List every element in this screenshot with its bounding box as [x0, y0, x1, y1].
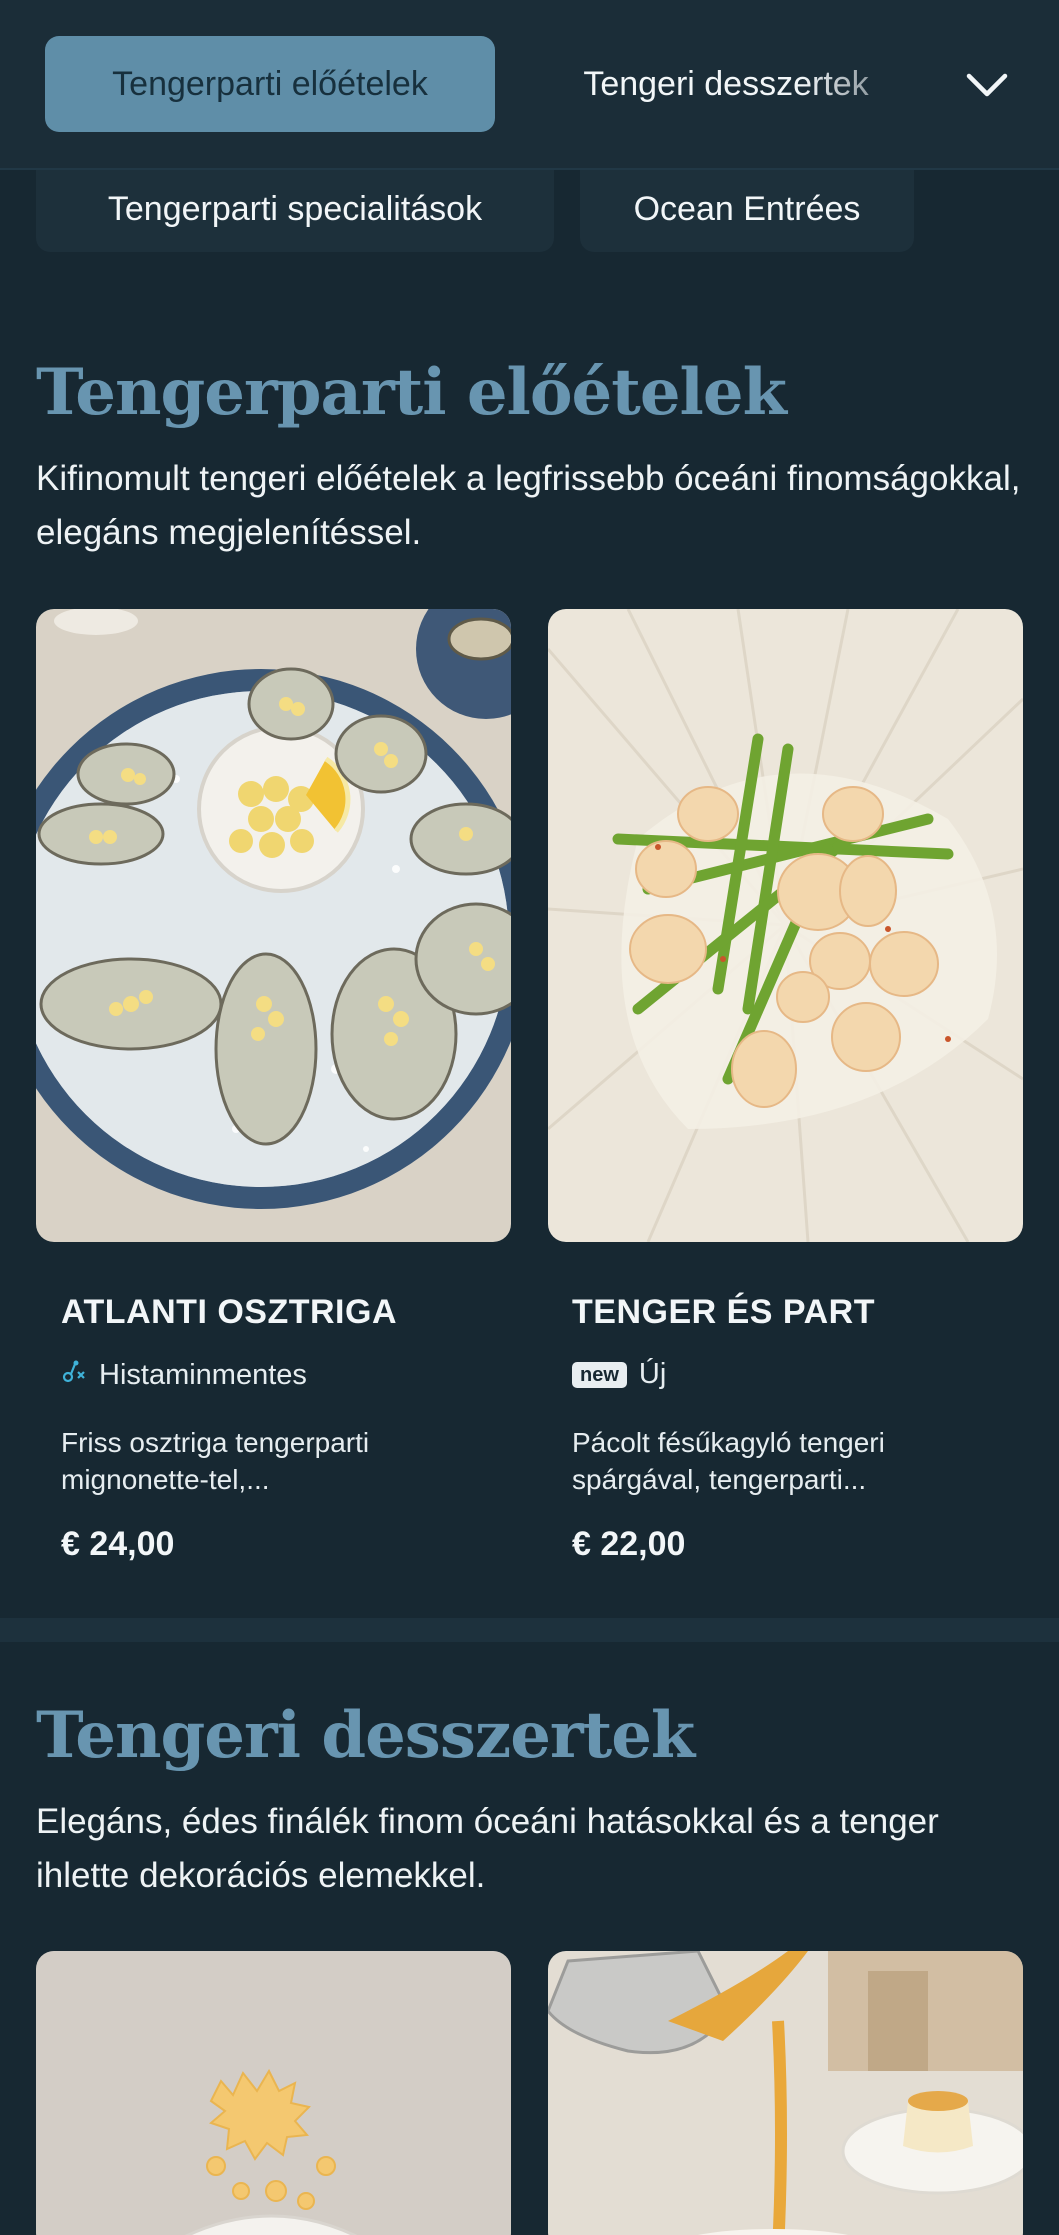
menu-item-description: Pácolt fésűkagyló tengeri spárgával, ten… [572, 1427, 885, 1495]
menu-item-price: € 24,00 [61, 1525, 175, 1563]
new-tag: new Új [572, 1358, 666, 1391]
menu-item-price: € 22,00 [572, 1525, 686, 1563]
histamine-free-icon [61, 1358, 87, 1392]
chevron-down-icon[interactable] [962, 60, 1012, 110]
dessert-sauce-image[interactable] [548, 1951, 1023, 2235]
dietary-tag-label: Histaminmentes [99, 1358, 307, 1391]
section-divider [0, 1618, 1059, 1642]
dessert-image[interactable] [36, 1951, 511, 2235]
dietary-tag: Histaminmentes [61, 1358, 307, 1392]
category-tab-active[interactable]: Tengerparti előételek [45, 36, 495, 132]
category-tab-next[interactable]: Tengeri desszertek [536, 36, 916, 132]
menu-item-name: TENGER ÉS PART [572, 1293, 875, 1331]
category-bar: Tengerparti előételek Tengeri desszertek [0, 0, 1059, 170]
new-tag-label: Új [638, 1358, 667, 1390]
menu-item-description: Friss osztriga tengerparti mignonette-te… [61, 1427, 370, 1495]
section-description-desserts: Elegáns, édes finálék finom óceáni hatás… [36, 1802, 939, 1895]
section-description-starters: Kifinomult tengeri előételek a legfrisse… [36, 459, 1021, 552]
menu-item-name: ATLANTI OSZTRIGA [61, 1293, 397, 1331]
scallop-dish-image[interactable] [548, 609, 1023, 1242]
oyster-dish-image[interactable] [36, 609, 511, 1242]
category-chip-specialties[interactable]: Tengerparti specialitások [36, 166, 554, 252]
section-title-desserts: Tengeri desszertek [36, 1698, 695, 1773]
category-chip-ocean-entrees[interactable]: Ocean Entrées [580, 166, 914, 252]
new-badge-icon: new [572, 1361, 627, 1388]
section-title-starters: Tengerparti előételek [36, 355, 787, 430]
